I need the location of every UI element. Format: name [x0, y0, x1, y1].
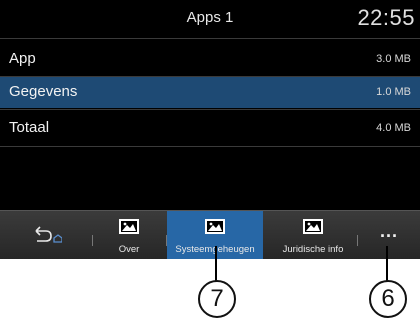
callout-6: 6 — [369, 280, 407, 318]
row-label: Totaal — [9, 119, 50, 136]
infotainment-screen: Apps 1 22:55 App 3.0 MB Gegevens 1.0 MB … — [0, 0, 420, 259]
list-item-app[interactable]: App 3.0 MB — [0, 44, 420, 75]
divider — [0, 38, 420, 39]
tab-label: Juridische info — [282, 244, 344, 255]
callout-line — [386, 246, 388, 282]
row-size: 4.0 MB — [376, 122, 411, 134]
tab-label: Over — [118, 244, 140, 255]
divider — [0, 146, 420, 147]
more-icon: ... — [379, 221, 398, 241]
bottom-toolbar: Over Systeemgeheugen Juridische info — [0, 210, 420, 259]
more-options-button[interactable]: ... — [358, 211, 420, 259]
image-icon — [303, 219, 323, 234]
back-arrow-home-icon — [35, 226, 62, 243]
row-label: Gegevens — [9, 83, 78, 100]
list-item-gegevens[interactable]: Gegevens 1.0 MB — [0, 77, 420, 108]
title-bar: Apps 1 22:55 — [0, 0, 420, 38]
row-size: 1.0 MB — [376, 86, 411, 98]
image-icon — [119, 219, 139, 234]
row-label: App — [9, 50, 36, 67]
tab-over[interactable]: Over — [93, 211, 165, 259]
image-icon — [205, 219, 225, 234]
tab-juridische-info[interactable]: Juridische info — [264, 211, 362, 259]
divider — [0, 109, 420, 110]
callout-line — [215, 246, 217, 282]
row-size: 3.0 MB — [376, 53, 411, 65]
list-item-totaal[interactable]: Totaal 4.0 MB — [0, 113, 420, 144]
callout-7: 7 — [198, 280, 236, 318]
back-button[interactable] — [0, 211, 92, 259]
clock: 22:55 — [357, 5, 415, 30]
